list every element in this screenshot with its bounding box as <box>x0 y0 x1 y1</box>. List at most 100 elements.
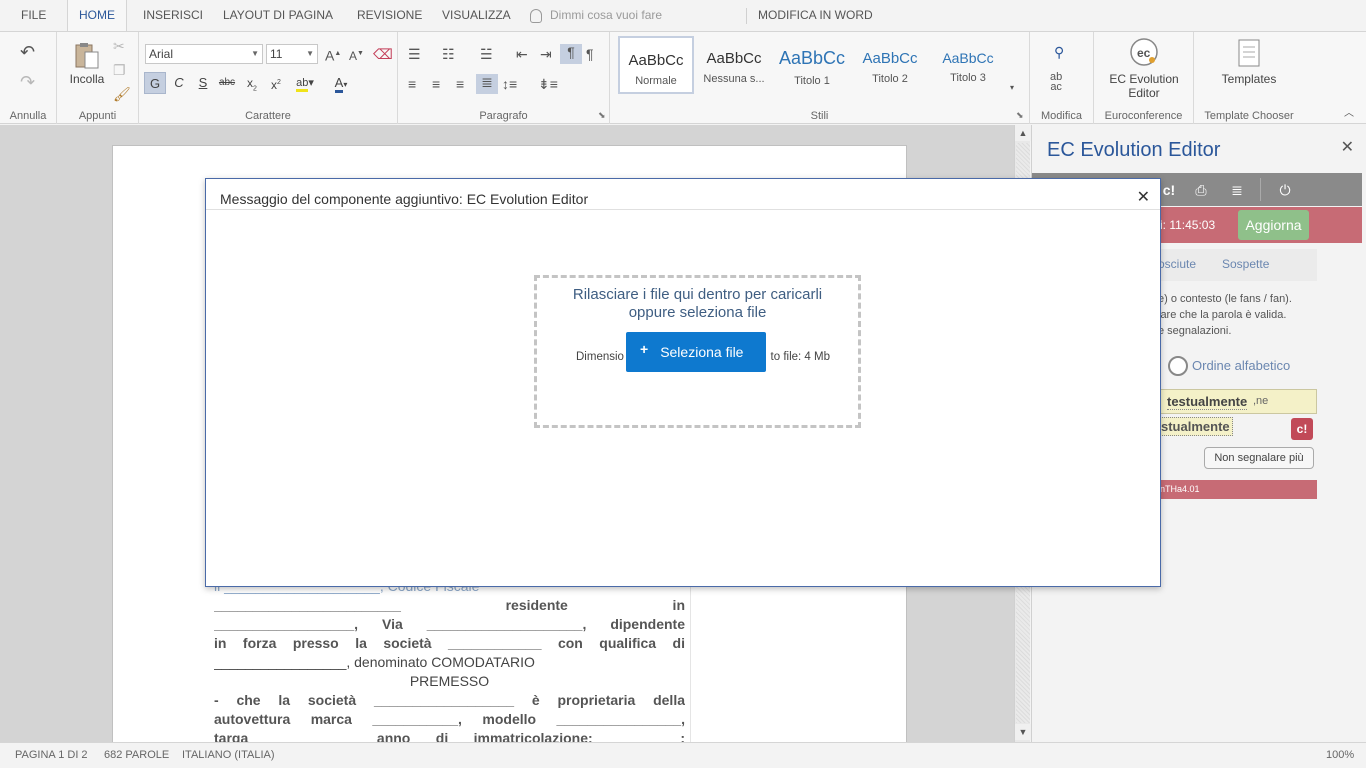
check-icon[interactable]: c! <box>1158 179 1180 201</box>
tab-file[interactable]: FILE <box>10 0 57 31</box>
file-dropzone[interactable]: Rilasciare i file qui dentro per caricar… <box>534 275 861 428</box>
flag-button[interactable]: c! <box>1291 418 1313 440</box>
tab-sospette[interactable]: Sospette <box>1222 257 1269 271</box>
update-button[interactable]: Aggiorna <box>1238 210 1309 240</box>
bullets-icon[interactable]: ☰ <box>408 46 421 62</box>
ribbon: ↶ ↷ Annulla Incolla ✂ ❐ 🖌 Appunti Arial ▼… <box>0 31 1366 124</box>
dropzone-message: Rilasciare i file qui dentro per caricar… <box>537 286 858 322</box>
undo-icon[interactable]: ↶ <box>20 43 35 61</box>
group-paragraph: ☰ ☷ ☱ ⇤ ⇥ ¶ ¶ ≡ ≡ ≡ ≣ ↕≡ ⇟≡ ⬊ Paragrafo <box>398 32 610 124</box>
scroll-up-icon[interactable]: ▲ <box>1015 125 1031 141</box>
group-label-template-chooser: Template Chooser <box>1204 110 1294 122</box>
align-left-icon[interactable]: ≡ <box>408 76 416 92</box>
clear-format-icon[interactable]: ⌫ <box>373 46 393 62</box>
style-name: Titolo 1 <box>794 75 830 87</box>
group-label-font: Carattere <box>245 110 291 122</box>
align-center-icon[interactable]: ≡ <box>432 76 440 92</box>
version-bar: nTHa4.01 <box>1158 480 1317 499</box>
style-normale[interactable]: AaBbCc Normale <box>618 36 694 94</box>
increase-indent-icon[interactable]: ⇥ <box>540 46 552 62</box>
tell-me-search[interactable]: Dimmi cosa vuoi fare <box>530 0 662 31</box>
paste-icon[interactable] <box>72 40 102 70</box>
highlight-icon[interactable]: ab▾ <box>291 72 319 94</box>
style-name: Titolo 2 <box>872 73 908 85</box>
style-sample: AaBbCc <box>942 50 994 66</box>
rtl-icon[interactable]: ¶ <box>586 46 594 62</box>
decrease-indent-icon[interactable]: ⇤ <box>516 46 528 62</box>
multilevel-list-icon[interactable]: ☱ <box>480 46 493 62</box>
document-heading: PREMESSO <box>409 673 490 689</box>
numbering-icon[interactable]: ☷ <box>442 46 455 62</box>
justify-icon[interactable]: ≣ <box>476 74 498 94</box>
line-spacing-icon[interactable]: ↕≡ <box>502 76 517 92</box>
paragraph-spacing-icon[interactable]: ⇟≡ <box>538 76 558 92</box>
align-right-icon[interactable]: ≡ <box>456 76 464 92</box>
underline-button[interactable]: S <box>192 72 214 94</box>
templates-button[interactable]: Templates <box>1204 72 1294 86</box>
bold-button[interactable]: G <box>144 72 166 94</box>
pane-description: e) o contesto (le fans / fan). lare che … <box>1158 291 1338 339</box>
dropzone-line-2: oppure seleziona file <box>628 304 767 321</box>
tab-home[interactable]: HOME <box>67 0 127 31</box>
edit-in-word-link[interactable]: MODIFICA IN WORD <box>747 0 884 31</box>
ltr-icon[interactable]: ¶ <box>560 44 582 64</box>
document-line: __________________, Via ________________… <box>214 616 685 632</box>
replace-icon[interactable]: ab ac <box>1050 72 1062 93</box>
format-painter-icon[interactable]: 🖌 <box>113 86 131 102</box>
strikethrough-button[interactable]: abc <box>216 72 238 94</box>
tab-layout[interactable]: LAYOUT DI PAGINA <box>212 0 344 31</box>
templates-icon[interactable] <box>1236 38 1262 68</box>
do-not-report-button[interactable]: Non segnalare più <box>1204 447 1314 469</box>
find-icon[interactable]: ⚲ <box>1054 44 1064 60</box>
styles-more-icon[interactable]: ▾ <box>1010 80 1014 96</box>
sort-alphabetical-radio[interactable] <box>1168 356 1188 376</box>
tab-sconosciute[interactable]: osciute <box>1158 257 1196 271</box>
power-icon[interactable]: ⏻ <box>1274 179 1296 201</box>
status-page[interactable]: PAGINA 1 DI 2 <box>15 749 88 761</box>
redo-icon[interactable]: ↷ <box>20 73 35 91</box>
italic-button[interactable]: C <box>168 72 190 94</box>
scroll-down-icon[interactable]: ▼ <box>1015 724 1031 740</box>
font-color-icon[interactable]: A▾ <box>327 72 355 94</box>
style-titolo-1[interactable]: AaBbCc Titolo 1 <box>774 36 850 94</box>
tab-inserisci[interactable]: INSERISCI <box>132 0 214 31</box>
shrink-font-icon[interactable]: A▼ <box>349 46 364 64</box>
chevron-down-icon: ▼ <box>306 49 314 58</box>
cut-icon[interactable]: ✂ <box>113 38 125 54</box>
word-suggestion-row[interactable]: testualmente ,ne <box>1158 389 1317 414</box>
paste-label[interactable]: Incolla <box>67 72 107 86</box>
superscript-icon[interactable]: x2 <box>265 72 287 94</box>
style-titolo-3[interactable]: AaBbCc Titolo 3 <box>930 36 1006 94</box>
tab-visualizza[interactable]: VISUALIZZA <box>431 0 522 31</box>
description-line: e segnalazioni. <box>1158 325 1232 337</box>
description-line: lare che la parola è valida. <box>1158 309 1287 321</box>
sort-alphabetical-label[interactable]: Ordine alfabetico <box>1192 358 1290 373</box>
group-clipboard: Incolla ✂ ❐ 🖌 Appunti <box>57 32 139 124</box>
tab-revisione[interactable]: REVISIONE <box>346 0 433 31</box>
pdf-icon[interactable]: ⎙ <box>1190 179 1212 201</box>
style-titolo-2[interactable]: AaBbCc Titolo 2 <box>852 36 928 94</box>
close-icon[interactable]: ✕ <box>1137 187 1150 207</box>
status-words[interactable]: 682 PAROLE <box>104 749 169 761</box>
ec-evolution-editor-button[interactable]: EC Evolution Editor <box>1100 72 1188 100</box>
group-styles: AaBbCc Normale AaBbCc Nessuna s... AaBbC… <box>610 32 1030 124</box>
database-icon[interactable]: ≣ <box>1226 179 1248 201</box>
document-line: autovettura marca ___________, modello _… <box>214 711 685 727</box>
document-text[interactable]: il ____________________, Codice Fiscale … <box>214 577 685 748</box>
subscript-icon[interactable]: x2 <box>241 72 263 94</box>
font-name-select[interactable]: Arial ▼ <box>145 44 263 64</box>
svg-text:ec: ec <box>1137 46 1151 60</box>
close-icon[interactable]: ✕ <box>1341 137 1354 157</box>
group-font: Arial ▼ 11 ▼ A▲ A▼ ⌫ G C S abc x2 x2 ab▾ A… <box>139 32 398 124</box>
status-language[interactable]: ITALIANO (ITALIA) <box>182 749 275 761</box>
font-size-select[interactable]: 11 ▼ <box>266 44 318 64</box>
ec-logo-icon[interactable]: ec <box>1129 37 1159 67</box>
copy-icon[interactable]: ❐ <box>113 62 126 78</box>
status-zoom[interactable]: 100% <box>1326 749 1354 761</box>
style-nessuna-spaziatura[interactable]: AaBbCc Nessuna s... <box>696 36 772 94</box>
select-file-button[interactable]: + Seleziona file <box>626 332 766 372</box>
max-size-left: Dimensio <box>576 351 624 363</box>
collapse-ribbon-icon[interactable]: ︿ <box>1344 106 1354 122</box>
document-line: ________________________ residente in <box>214 597 685 613</box>
grow-font-icon[interactable]: A▲ <box>325 46 341 64</box>
